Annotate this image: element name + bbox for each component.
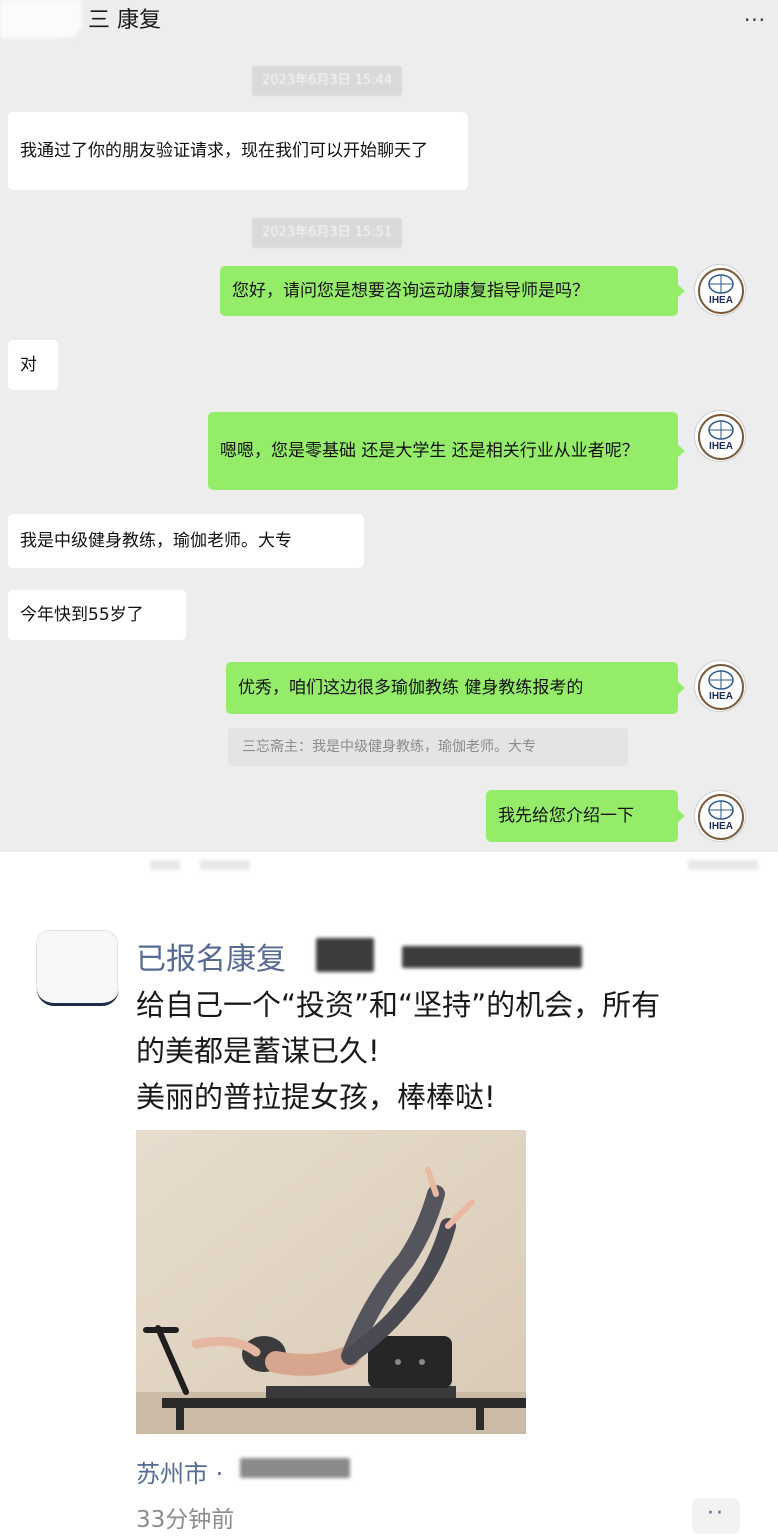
cropped-fragment <box>688 860 758 870</box>
timestamp: 2023年6月3日 15:51 <box>252 218 403 248</box>
message-bubble-outgoing[interactable]: 优秀，咱们这边很多瑜伽教练 健身教练报考的 <box>226 662 685 714</box>
ihea-logo-icon[interactable]: IHEA <box>694 660 746 712</box>
message-bubble-incoming[interactable]: 我通过了你的朋友验证请求，现在我们可以开始聊天了 <box>8 112 468 190</box>
blurred-avatar[interactable] <box>36 930 119 1006</box>
message-bubble-outgoing[interactable]: 您好，请问您是想要咨询运动康复指导师是吗？ <box>220 266 685 316</box>
cropped-fragment <box>150 860 180 870</box>
post-location[interactable]: 苏州市 · <box>136 1454 223 1489</box>
message-bubble-incoming[interactable]: 我是中级健身教练，瑜伽老师。大专 <box>8 514 364 568</box>
message-bubble-outgoing[interactable]: 嗯嗯，您是零基础 还是大学生 还是相关行业从业者呢？ <box>208 412 685 490</box>
redacted-location <box>240 1458 350 1478</box>
redacted-name <box>316 938 374 972</box>
quoted-message[interactable]: 三忘斋主：我是中级健身教练，瑜伽老师。大专 <box>228 728 628 766</box>
message-text: 优秀，咱们这边很多瑜伽教练 健身教练报考的 <box>238 678 584 698</box>
svg-text:IHEA: IHEA <box>709 691 733 702</box>
post-text-line: 的美都是蓄谋已久! <box>136 1034 380 1068</box>
message-text: 我通过了你的朋友验证请求，现在我们可以开始聊天了 <box>20 141 428 161</box>
blurred-contact-avatar <box>0 0 82 38</box>
message-text: 您好，请问您是想要咨询运动康复指导师是吗？ <box>232 281 589 301</box>
svg-text:IHEA: IHEA <box>709 821 733 832</box>
ihea-logo-icon[interactable]: IHEA <box>694 410 746 462</box>
chat-title: 三 康复 <box>88 8 161 33</box>
message-text: 嗯嗯，您是零基础 还是大学生 还是相关行业从业者呢？ <box>220 441 639 461</box>
svg-text:IHEA: IHEA <box>709 441 733 452</box>
message-text: 我先给您介绍一下 <box>498 806 634 826</box>
chat-screen: 三 康复 ··· 2023年6月3日 15:44 我通过了你的朋友验证请求，现在… <box>0 0 778 852</box>
moments-post: 已报名康复 给自己一个“投资”和“坚持”的机会，所有 的美都是蓄谋已久! 美丽的… <box>0 910 778 1536</box>
redacted-name <box>402 946 582 968</box>
more-icon[interactable]: ··· <box>740 8 770 32</box>
pilates-photo[interactable] <box>136 1130 526 1434</box>
svg-text:IHEA: IHEA <box>709 295 733 306</box>
message-text: 我是中级健身教练，瑜伽老师。大专 <box>20 531 292 551</box>
post-text-line: 给自己一个“投资”和“坚持”的机会，所有 <box>136 988 661 1022</box>
more-icon[interactable]: ·· <box>692 1498 740 1534</box>
poster-name[interactable]: 已报名康复 <box>136 934 286 978</box>
screenshot-divider <box>0 852 778 910</box>
ihea-logo-icon[interactable]: IHEA <box>694 264 746 316</box>
chat-header: 三 康复 ··· <box>0 0 778 52</box>
post-text-line: 美丽的普拉提女孩，棒棒哒! <box>136 1080 496 1114</box>
message-text: 对 <box>20 355 37 375</box>
ihea-logo-icon[interactable]: IHEA <box>694 790 746 842</box>
message-bubble-incoming[interactable]: 今年快到55岁了 <box>8 590 186 640</box>
cropped-fragment <box>200 860 250 870</box>
timestamp: 2023年6月3日 15:44 <box>252 66 403 96</box>
post-time: 33分钟前 <box>136 1507 235 1533</box>
message-text: 今年快到55岁了 <box>20 605 144 625</box>
message-bubble-outgoing[interactable]: 我先给您介绍一下 <box>486 790 685 842</box>
message-bubble-incoming[interactable]: 对 <box>8 340 58 390</box>
